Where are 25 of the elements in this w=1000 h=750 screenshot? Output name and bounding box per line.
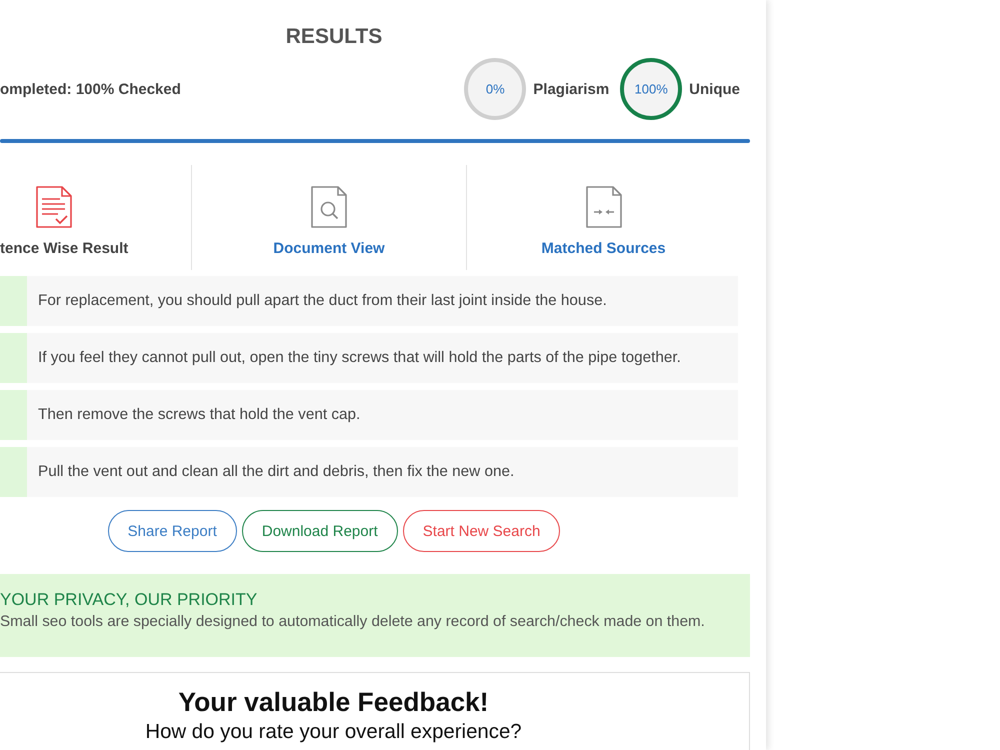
document-check-icon <box>36 186 72 228</box>
feedback-title: Your valuable Feedback! <box>178 687 489 717</box>
meter-label: Unique <box>689 80 740 98</box>
report-button[interactable]: Share Report <box>108 510 237 552</box>
percent-reading: 100% <box>634 82 668 96</box>
document-arrows-icon <box>586 186 622 228</box>
sentence-text: Then remove the screws that hold the vent cap. <box>27 390 738 440</box>
ring-icon <box>620 58 682 120</box>
tab[interactable]: Matched Sources <box>466 165 740 270</box>
meter-label: Plagiarism <box>533 80 610 98</box>
report-button[interactable]: Start New Search <box>402 510 560 552</box>
sentence-text: Pull the vent out and clean all the dirt and debris, then fix the new one. <box>27 447 738 497</box>
progress-status: ompleted: 100% Checked <box>0 80 181 98</box>
percent-reading: 0% <box>486 82 505 96</box>
report-button[interactable]: Download Report <box>242 510 398 552</box>
feedback-question: How do you rate your overall experience? <box>145 720 522 744</box>
sentence-text: For replacement, you should pull apart the duct from their last joint inside the house. <box>27 276 738 326</box>
sentence-text: If you feel they cannot pull out, open the tiny screws that will hold the parts of the pipe together. <box>27 333 738 383</box>
document-search-icon <box>311 186 347 228</box>
privacy-note: Small seo tools are specially designed to automatically delete any record of search/check made on them. <box>0 613 705 631</box>
results-title: RESULTS <box>286 26 382 48</box>
privacy-heading: YOUR PRIVACY, OUR PRIORITY <box>0 590 258 609</box>
tab[interactable]: Document View <box>191 165 466 270</box>
tab[interactable]: tence Wise Result <box>0 165 191 270</box>
ring-icon <box>464 58 526 120</box>
